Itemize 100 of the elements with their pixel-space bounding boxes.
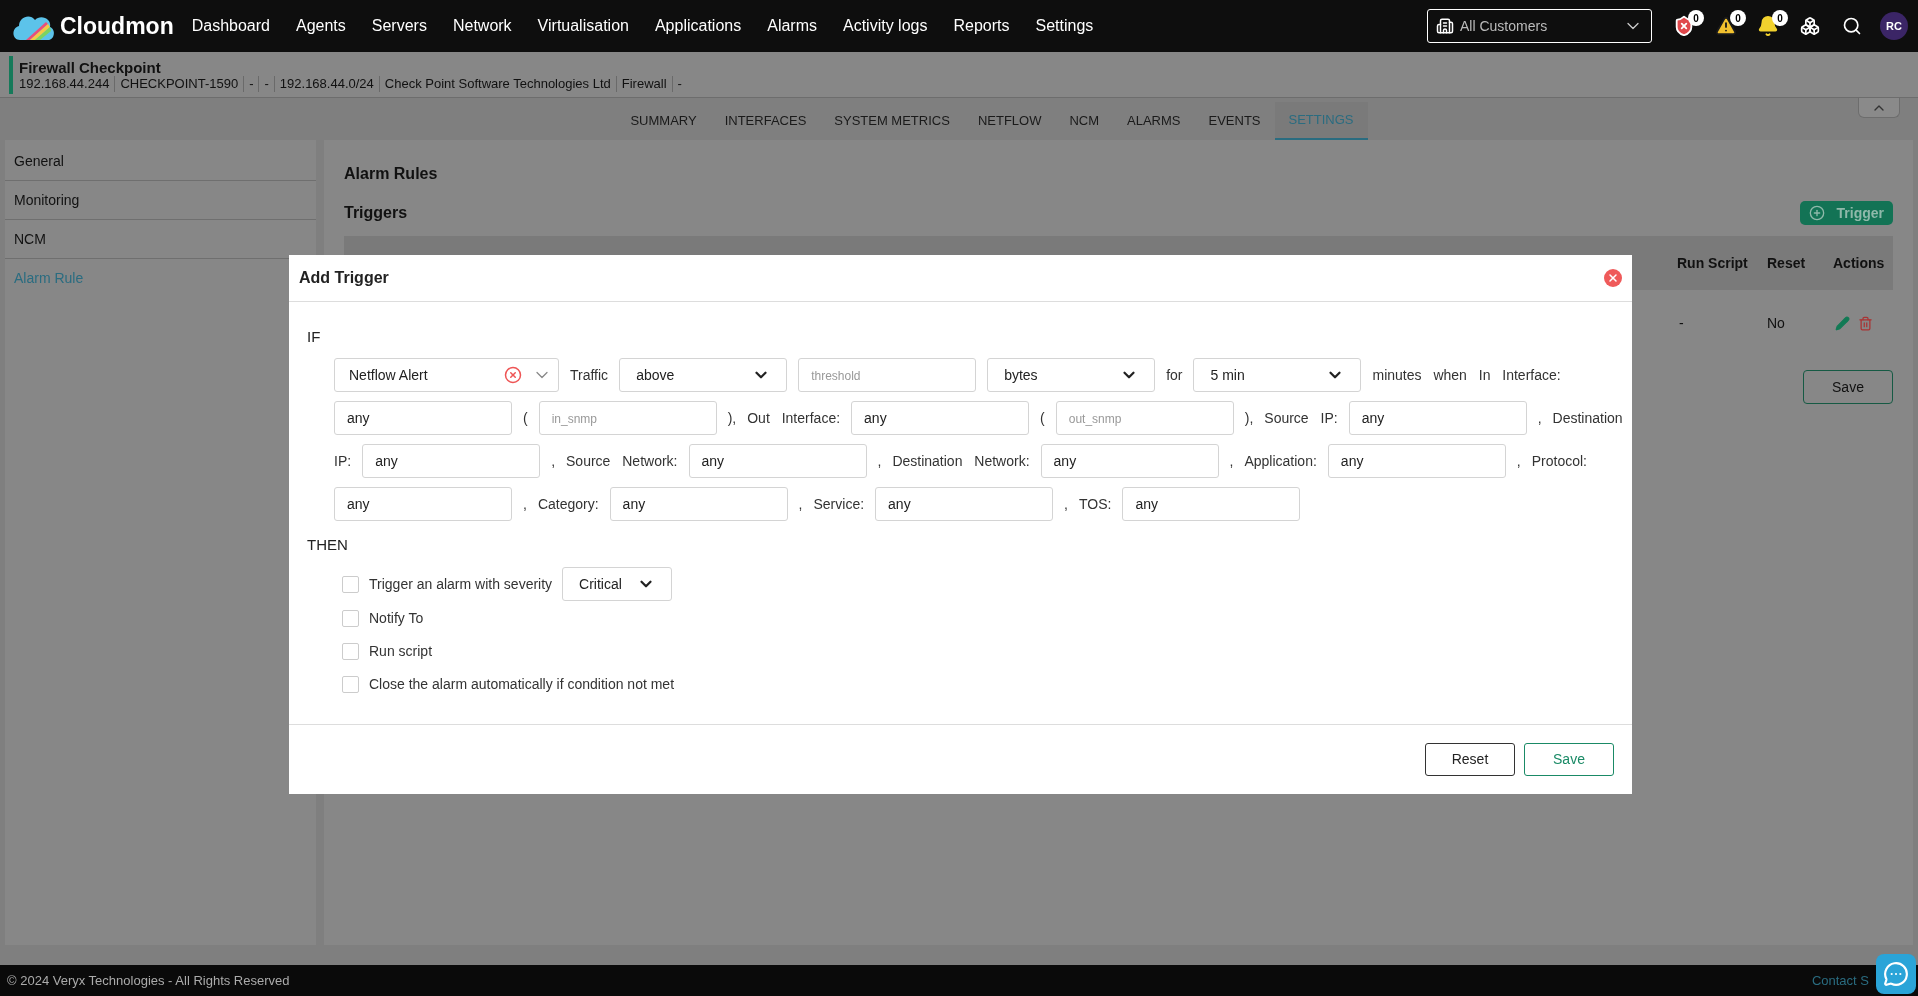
nav-link[interactable]: Alarms (767, 14, 817, 38)
input-field[interactable]: any (609, 487, 788, 521)
dropdown[interactable]: bytes (987, 358, 1156, 392)
chat-button[interactable] (1876, 954, 1916, 994)
chat-icon (1883, 961, 1909, 987)
input-field[interactable]: any (1327, 444, 1506, 478)
nav-link[interactable]: Network (452, 14, 512, 38)
nav-link[interactable]: Reports (953, 14, 1010, 38)
collapse-button[interactable] (1858, 98, 1900, 118)
input-field[interactable]: in_snmp (538, 401, 717, 435)
dropdown[interactable]: 5 min (1193, 358, 1362, 392)
tab[interactable]: SYSTEM METRICS (820, 102, 964, 140)
alert-button[interactable]: 0 (1708, 8, 1744, 44)
tab[interactable]: NCM (1055, 102, 1114, 140)
device-detail: Firewall (615, 75, 672, 92)
condition-label: ( (523, 408, 528, 428)
condition-label: Destination (1552, 408, 1623, 428)
delete-icon[interactable] (1858, 315, 1873, 331)
search-icon (1842, 16, 1862, 36)
input-field[interactable]: any (362, 444, 541, 478)
input-field[interactable]: any (1040, 444, 1219, 478)
clear-icon[interactable] (504, 366, 522, 384)
condition-label: , (877, 451, 882, 471)
brand-name: Cloudmon (60, 11, 174, 41)
checkbox-label: Trigger an alarm with severity (369, 574, 553, 594)
warning-icon (1715, 15, 1737, 37)
table-cell: - (1679, 315, 1684, 331)
checkbox[interactable] (342, 676, 359, 693)
input-field[interactable]: any (334, 487, 512, 521)
condition-label: minutes when In Interface: (1372, 365, 1561, 385)
checkbox-label: Notify To (369, 609, 424, 628)
input-field[interactable]: any (1122, 487, 1301, 521)
sidebar-item[interactable]: Monitoring (5, 181, 316, 220)
condition-label: , (551, 451, 555, 471)
nav-link[interactable]: Servers (371, 14, 427, 38)
save-button[interactable]: Save (1803, 370, 1893, 404)
plus-icon (1808, 205, 1825, 221)
customer-dropdown[interactable]: All Customers (1427, 9, 1652, 43)
device-detail: - (243, 75, 259, 92)
condition-label: ), (1244, 408, 1254, 428)
input-field[interactable]: any (1348, 401, 1527, 435)
device-detail: CHECKPOINT-1590 (114, 75, 244, 92)
condition-label: IP: (334, 451, 352, 471)
severity-dropdown[interactable]: Critical (562, 567, 673, 601)
nav-link[interactable]: Virtualisation (537, 14, 629, 38)
dropdown[interactable]: above (619, 358, 788, 392)
building-icon (1436, 17, 1454, 35)
device-detail: 192.168.44.0/24 (273, 75, 379, 92)
dropdown[interactable]: Netflow Alert (334, 358, 559, 392)
checkbox[interactable] (342, 643, 359, 660)
tab[interactable]: NETFLOW (963, 102, 1056, 140)
user-avatar[interactable]: RC (1880, 12, 1908, 40)
tab[interactable]: ALARMS (1113, 102, 1195, 140)
input-field[interactable]: any (875, 487, 1054, 521)
condition-label: Application: (1244, 451, 1317, 471)
tab[interactable]: INTERFACES (710, 102, 821, 140)
device-detail: - (258, 75, 274, 92)
count-badge: 0 (1772, 10, 1788, 26)
count-badge: 0 (1730, 10, 1746, 26)
condition-label: Source IP: (1264, 408, 1338, 428)
edit-icon[interactable] (1835, 315, 1850, 331)
condition-label: ( (1040, 408, 1045, 428)
dialog-title: Add Trigger (299, 268, 389, 288)
input-field[interactable]: any (334, 401, 512, 435)
condition-label: , (798, 494, 803, 514)
bell-icon (1757, 15, 1779, 37)
condition-label: Traffic (570, 365, 609, 385)
condition-label: , (523, 494, 527, 514)
then-label: THEN (307, 535, 349, 554)
checkbox[interactable] (342, 575, 359, 593)
nav-link[interactable]: Settings (1035, 14, 1094, 38)
nav-link[interactable]: Applications (654, 14, 742, 38)
alert-button[interactable]: 0 (1666, 8, 1702, 44)
condition-label: , (1064, 494, 1068, 514)
input-field[interactable]: out_snmp (1055, 401, 1234, 435)
input-field[interactable]: threshold (798, 358, 977, 392)
condition-label: TOS: (1078, 494, 1112, 514)
input-field[interactable]: any (851, 401, 1030, 435)
input-field[interactable]: any (688, 444, 867, 478)
nav-link[interactable]: Dashboard (191, 14, 270, 38)
condition-label: Source Network: (566, 451, 678, 471)
sidebar-item[interactable]: General (5, 142, 316, 181)
column-header: Run Script (1677, 254, 1749, 273)
tab[interactable]: EVENTS (1194, 102, 1275, 140)
condition-label: Protocol: (1531, 451, 1587, 471)
condition-label: Category: (537, 494, 599, 514)
reset-button[interactable]: Reset (1425, 743, 1515, 776)
save-button[interactable]: Save (1524, 743, 1614, 776)
nav-link[interactable]: Agents (296, 14, 346, 38)
checkbox[interactable] (342, 610, 359, 627)
tab[interactable]: SUMMARY (616, 102, 711, 140)
checkbox-label: Run script (369, 642, 433, 661)
close-icon (1607, 272, 1619, 284)
close-button[interactable] (1604, 269, 1622, 287)
column-header: Reset (1767, 254, 1807, 273)
alert-button[interactable]: 0 (1750, 8, 1786, 44)
count-badge: 0 (1688, 10, 1704, 26)
condition-label: ), (727, 408, 737, 428)
nav-link[interactable]: Activity logs (843, 14, 928, 38)
condition-label: Destination Network: (892, 451, 1030, 471)
